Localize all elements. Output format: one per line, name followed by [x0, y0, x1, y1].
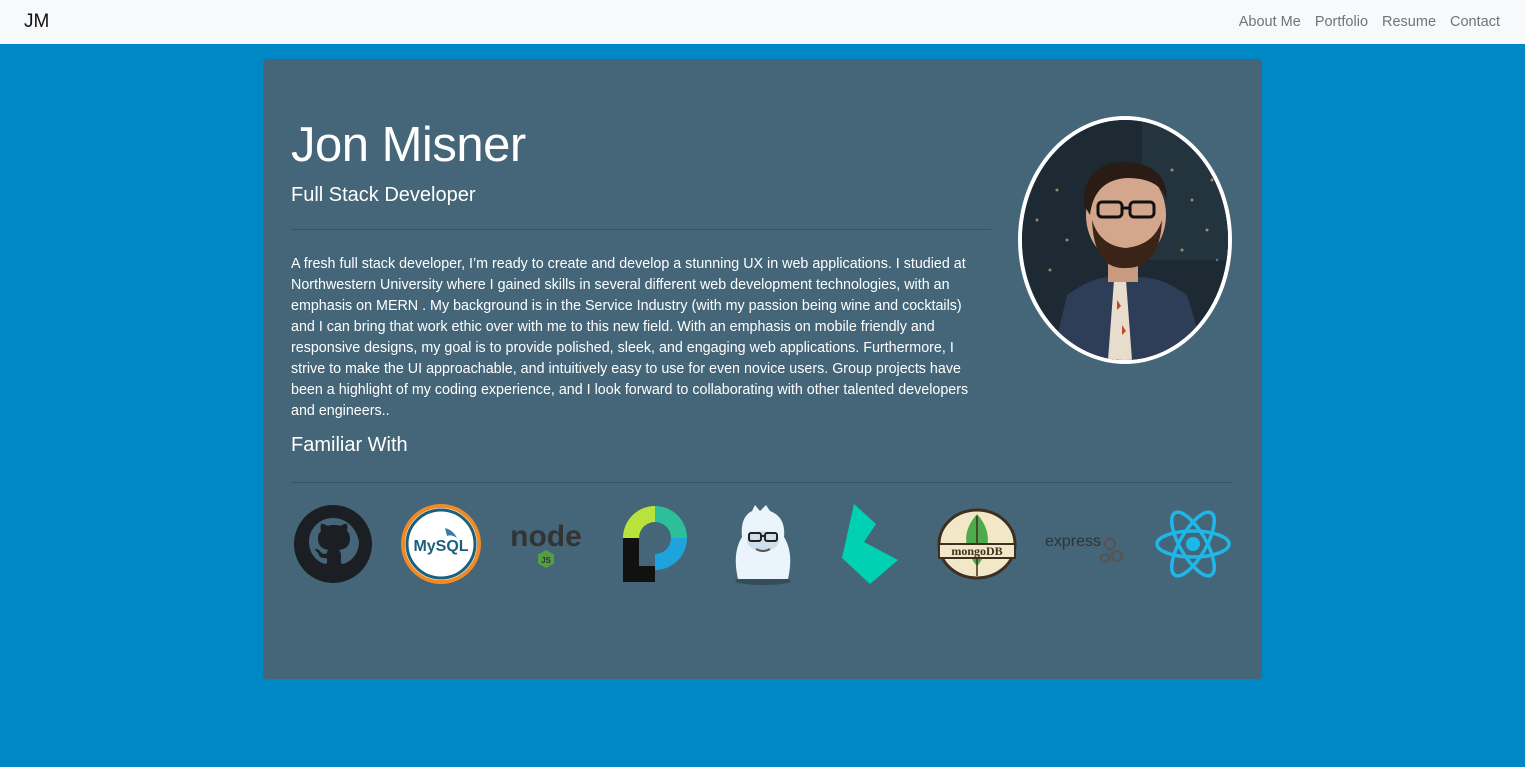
- nav-link-portfolio[interactable]: Portfolio: [1308, 14, 1375, 30]
- profile-title: Full Stack Developer: [291, 184, 476, 206]
- yeti-icon: [735, 505, 791, 585]
- nodejs-logo: node JS: [504, 502, 588, 586]
- yeti-logo: [721, 502, 805, 586]
- nav-link-contact[interactable]: Contact: [1443, 14, 1507, 30]
- brand-link[interactable]: JM: [24, 11, 49, 33]
- portrait-image: [1022, 120, 1228, 360]
- about-card: Jon Misner Full Stack Developer A fresh …: [263, 59, 1262, 679]
- tech-logos: MySQL node JS mongoDB express: [291, 502, 1233, 587]
- github-icon: [294, 505, 372, 583]
- github-logo: [291, 502, 375, 586]
- nav-link-about-me[interactable]: About Me: [1232, 14, 1308, 30]
- node-js-badge: JS: [541, 556, 551, 565]
- profile-bio: A fresh full stack developer, I’m ready …: [291, 256, 969, 419]
- divider: [291, 482, 1233, 483]
- profile-name: Jon Misner: [291, 118, 526, 172]
- react-icon: [1155, 510, 1231, 578]
- bulma-logo: [828, 502, 912, 586]
- express-icon: express: [1045, 533, 1124, 564]
- bulma-icon: [842, 504, 898, 584]
- mongodb-icon: mongoDB: [937, 508, 1017, 580]
- react-logo: [1151, 502, 1235, 586]
- navbar: JM About Me Portfolio Resume Contact: [0, 0, 1525, 44]
- express-wordmark: express: [1045, 533, 1101, 550]
- familiar-heading: Familiar With: [291, 434, 408, 456]
- passport-icon: [623, 506, 687, 582]
- mysql-icon: MySQL: [401, 504, 481, 584]
- nav-link-resume[interactable]: Resume: [1375, 14, 1443, 30]
- avatar: [1018, 116, 1232, 364]
- nav-links: About Me Portfolio Resume Contact: [1232, 14, 1507, 30]
- nodejs-icon: node JS: [510, 520, 582, 568]
- passport-logo: [613, 502, 697, 586]
- express-logo: express: [1043, 502, 1127, 586]
- mysql-wordmark: MySQL: [413, 538, 468, 555]
- node-wordmark: node: [510, 520, 582, 553]
- mysql-logo: MySQL: [399, 502, 483, 586]
- mongodb-wordmark: mongoDB: [951, 544, 1002, 558]
- mongodb-logo: mongoDB: [935, 502, 1019, 586]
- divider: [291, 229, 991, 230]
